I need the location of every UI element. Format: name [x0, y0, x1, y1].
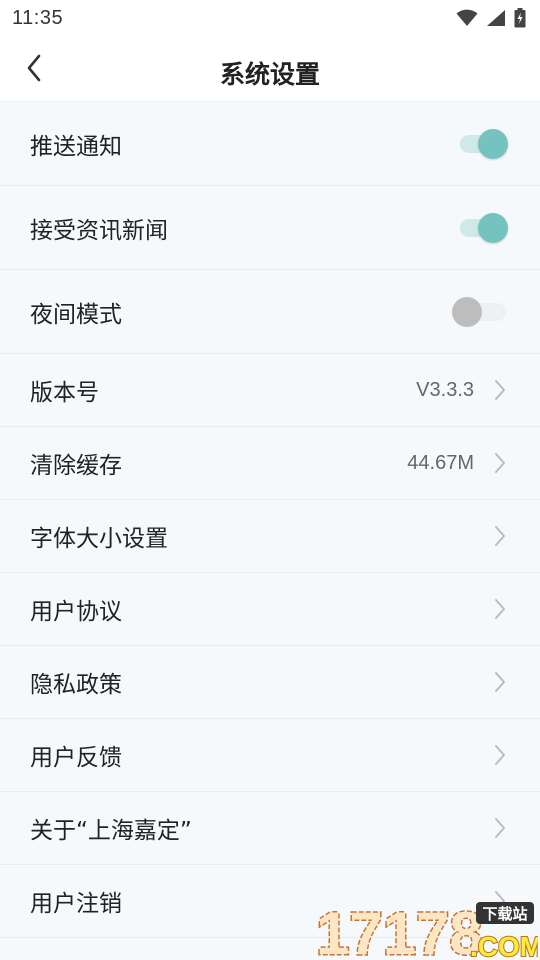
setting-version[interactable]: 版本号 V3.3.3	[0, 354, 540, 427]
setting-font-size[interactable]: 字体大小设置	[0, 500, 540, 573]
setting-about[interactable]: 关于“上海嘉定”	[0, 792, 540, 865]
setting-label: 推送通知	[30, 133, 122, 160]
setting-label: 隐私政策	[30, 672, 122, 698]
setting-label: 用户协议	[30, 599, 122, 625]
setting-night-mode: 夜间模式	[0, 270, 540, 354]
setting-receive-news: 接受资讯新闻	[0, 186, 540, 270]
setting-user-agreement[interactable]: 用户协议	[0, 573, 540, 646]
battery-charging-icon	[514, 8, 526, 28]
setting-privacy-policy[interactable]: 隐私政策	[0, 646, 540, 719]
app-bar: 系统设置	[0, 36, 540, 102]
setting-label: 接受资讯新闻	[30, 217, 168, 244]
setting-label: 夜间模式	[30, 301, 122, 328]
settings-list: 推送通知 接受资讯新闻 夜间模式 版本号 V3.3.3 清除缓存 44.67M	[0, 102, 540, 938]
receive-news-toggle[interactable]	[460, 211, 508, 245]
version-value: V3.3.3	[416, 378, 474, 401]
status-bar: 11:35	[0, 0, 540, 36]
night-mode-toggle[interactable]	[452, 295, 506, 329]
setting-label: 用户反馈	[30, 745, 122, 771]
setting-label: 用户注销	[30, 891, 122, 917]
chevron-right-icon	[495, 818, 505, 838]
wifi-icon	[456, 9, 478, 26]
watermark-badge: 下载站	[482, 905, 527, 923]
toggle-knob	[478, 212, 508, 243]
status-time: 11:35	[12, 6, 64, 29]
chevron-right-icon	[495, 526, 505, 546]
status-icons	[456, 8, 526, 28]
chevron-right-icon	[495, 672, 505, 692]
setting-label: 字体大小设置	[30, 526, 168, 552]
chevron-right-icon	[495, 745, 505, 765]
chevron-right-icon	[495, 380, 505, 400]
chevron-right-icon	[495, 453, 505, 473]
setting-push-notification: 推送通知	[0, 102, 540, 186]
toggle-knob	[452, 296, 482, 327]
push-notification-toggle[interactable]	[460, 127, 508, 161]
watermark-domain: .COM	[470, 931, 538, 960]
page-title: 系统设置	[219, 60, 320, 89]
chevron-right-icon	[495, 599, 505, 619]
cache-size-value: 44.67M	[407, 451, 474, 474]
setting-label: 清除缓存	[30, 453, 122, 479]
signal-icon	[487, 10, 505, 26]
setting-user-feedback[interactable]: 用户反馈	[0, 719, 540, 792]
watermark-logo: 17178 下载站 .COM	[315, 899, 539, 960]
setting-clear-cache[interactable]: 清除缓存 44.67M	[0, 427, 540, 500]
setting-label: 版本号	[30, 380, 99, 406]
setting-label: 关于“上海嘉定”	[30, 818, 192, 844]
watermark-number: 17178	[316, 900, 483, 960]
toggle-knob	[478, 128, 508, 159]
